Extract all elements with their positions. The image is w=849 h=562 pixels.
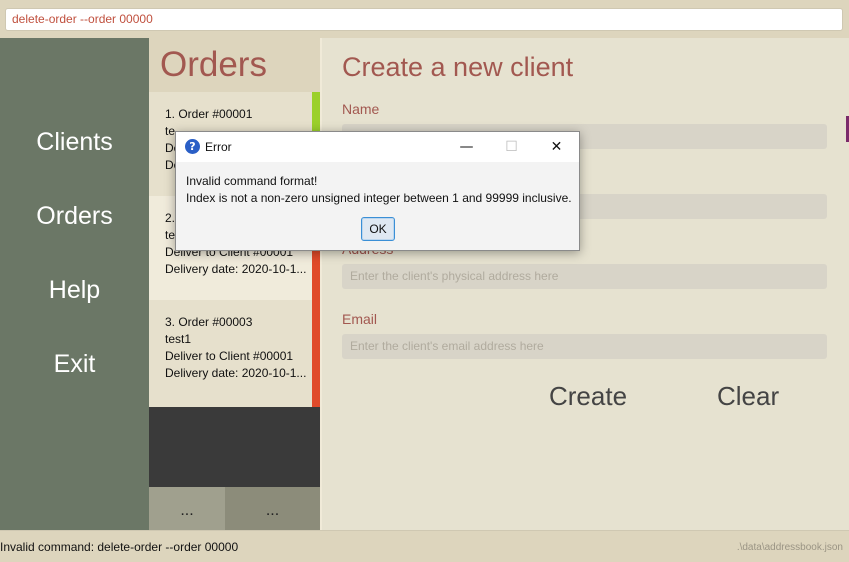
question-icon: ? [185,139,200,154]
name-label: Name [342,101,380,117]
sidebar-item-clients[interactable]: Clients [0,128,149,157]
dialog-message-detail: Index is not a non-zero unsigned integer… [186,191,572,205]
email-input[interactable]: Enter the client's email address here [342,334,827,359]
minimize-button[interactable]: — [444,132,489,162]
storage-path: .\data\addressbook.json [736,542,843,553]
status-message: Invalid command: delete-order --order 00… [0,540,239,554]
address-input[interactable]: Enter the client's physical address here [342,264,827,289]
order-card-line: 1. Order #00001 [165,107,253,121]
command-input[interactable]: delete-order --order 00000 [5,8,843,31]
order-card-line: test1 [165,332,192,346]
command-bar: delete-order --order 00000 [0,0,849,38]
email-label: Email [342,311,378,327]
sidebar-item-exit[interactable]: Exit [0,350,149,379]
order-card-line: Deliver to Client #00001 [165,349,294,363]
status-bar: Invalid command: delete-order --order 00… [0,530,849,562]
more-button-left[interactable]: ... [149,487,225,530]
orders-empty-area [149,407,320,487]
ok-button[interactable]: OK [361,217,395,241]
sidebar-item-orders[interactable]: Orders [0,202,149,231]
create-button[interactable]: Create [549,381,627,412]
maximize-button[interactable]: ☐ [489,132,534,162]
order-card-line: 3. Order #00003 [165,315,253,329]
order-status-strip [312,300,320,407]
order-card-line: Delivery date: 2020-10-1... [165,366,307,380]
create-client-form: Create a new client Name Address Enter t… [322,38,849,530]
close-button[interactable]: ✕ [534,132,579,162]
order-card-line: Delivery date: 2020-10-1... [165,262,307,276]
form-title: Create a new client [342,52,574,82]
dialog-title: Error [205,140,232,154]
error-dialog: ? Error — ☐ ✕ Invalid command format! In… [175,131,580,251]
order-card-3[interactable]: 3. Order #00003 test1 Deliver to Client … [149,300,320,407]
orders-panel: Orders 1. Order #00001 te De De 2. te De… [149,38,320,530]
more-button-right[interactable]: ... [225,487,320,530]
dialog-message-title: Invalid command format! [186,174,318,188]
sidebar-item-help[interactable]: Help [0,276,149,305]
dialog-titlebar: ? Error — ☐ ✕ [176,132,579,162]
sidebar: Clients Orders Help Exit [0,38,149,530]
orders-title: Orders [149,38,320,92]
clear-button[interactable]: Clear [717,381,779,412]
